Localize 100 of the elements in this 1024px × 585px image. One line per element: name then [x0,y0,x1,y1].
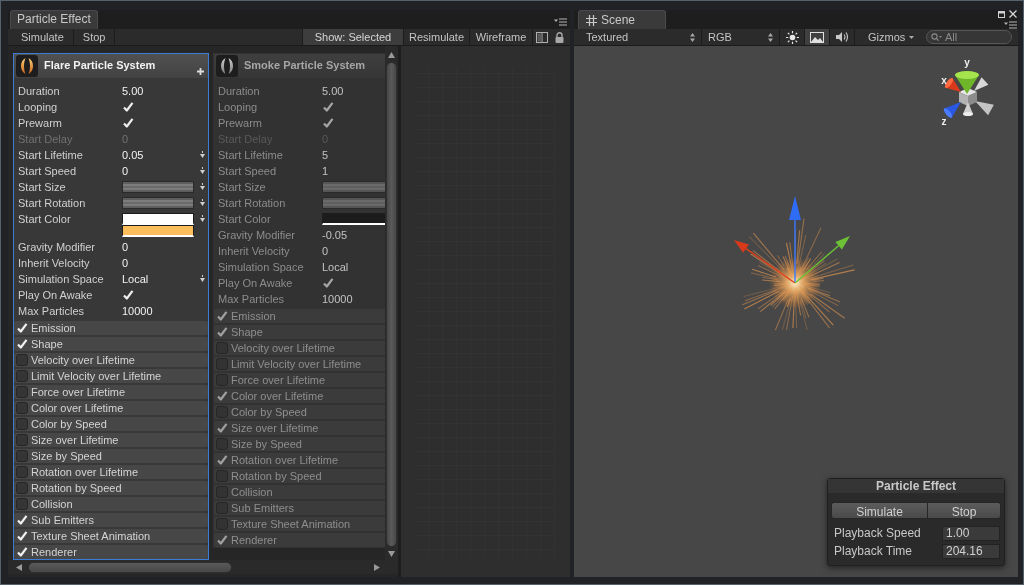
module-header[interactable]: Color by Speed [214,405,385,419]
module-header[interactable]: Force over Lifetime [214,373,385,387]
checkbox[interactable] [322,117,334,129]
scrollbar-thumb[interactable] [386,62,397,547]
axis-cone[interactable] [963,102,973,116]
checkbox[interactable] [16,498,28,510]
horizontal-scrollbar[interactable] [8,560,398,574]
panel-tab[interactable]: Scene [578,10,667,29]
checkbox[interactable] [216,534,228,546]
dropdown-arrow-icon[interactable] [200,151,205,158]
module-header[interactable]: Rotation over Lifetime [14,465,208,479]
checkbox[interactable] [216,390,228,402]
search-field[interactable]: All [926,30,1012,44]
module-header[interactable]: Color over Lifetime [14,401,208,415]
module-header[interactable]: Rotation over Lifetime [214,453,385,467]
toolbar-toggle[interactable] [805,29,830,45]
module-header[interactable]: Limit Velocity over Lifetime [214,357,385,371]
checkbox[interactable] [16,418,28,430]
module-header[interactable]: Collision [214,485,385,499]
module-header[interactable]: Emission [214,309,385,323]
module-header[interactable]: Size by Speed [214,437,385,451]
module-header[interactable]: Rotation by Speed [214,469,385,483]
module-header[interactable]: Size by Speed [14,449,208,463]
module-header[interactable]: Texture Sheet Animation [14,529,208,543]
module-header[interactable]: Renderer [14,545,208,559]
module-header[interactable]: Limit Velocity over Lifetime [14,369,208,383]
scroll-down-icon[interactable] [388,551,395,557]
plus-icon[interactable] [197,68,204,75]
module-header[interactable]: Shape [214,325,385,339]
module-header[interactable]: Sub Emitters [214,501,385,515]
curve-field[interactable] [322,197,385,209]
module-header[interactable]: Renderer [214,533,385,547]
scrollbar-thumb[interactable] [28,561,232,573]
overlay-button[interactable]: Simulate [831,502,928,519]
move-handle[interactable] [789,196,801,284]
number-field[interactable]: 204.16 [942,543,1000,559]
split-view-icon[interactable] [535,31,548,43]
module-header[interactable]: Color by Speed [14,417,208,431]
checkbox[interactable] [216,422,228,434]
module-header[interactable]: Velocity over Lifetime [14,353,208,367]
checkbox[interactable] [322,277,334,289]
overlay-button[interactable]: Stop [928,502,1001,519]
gizmos-dropdown[interactable]: Gizmos [865,29,921,45]
checkbox[interactable] [16,466,28,478]
color-swatch[interactable] [122,225,194,237]
toolbar-button[interactable]: Simulate [12,29,74,45]
curve-field[interactable] [122,197,194,209]
axis-cone[interactable] [975,101,994,116]
module-header[interactable]: Size over Lifetime [214,421,385,435]
module-header[interactable]: Sub Emitters [14,513,208,527]
color-swatch[interactable] [122,213,194,225]
scroll-up-icon[interactable] [388,52,395,58]
dropdown-arrow-icon[interactable] [200,199,205,206]
close-icon[interactable] [1009,10,1017,18]
panel-tab[interactable]: Particle Effect [10,10,98,29]
checkbox[interactable] [16,434,28,446]
gizmo-cube[interactable] [959,88,977,106]
module-header[interactable]: Emission [14,321,208,335]
checkbox[interactable] [216,310,228,322]
toolbar-button[interactable]: Stop [73,29,116,45]
scene-viewport[interactable]: y x z Particle Effect Simulate Stop Playback Speed 1.00 Playback Time 204.16 [574,46,1018,577]
checkbox[interactable] [16,450,28,462]
render-mode-dropdown[interactable]: Textured [580,29,702,45]
dropdown-arrow-icon[interactable] [200,275,205,282]
module-header[interactable]: Color over Lifetime [214,389,385,403]
dropdown-arrow-icon[interactable] [200,183,205,190]
scroll-left-icon[interactable] [16,563,22,571]
move-handle[interactable] [794,236,850,284]
maximize-icon[interactable] [998,11,1005,18]
curve-field[interactable] [122,181,194,193]
checkbox[interactable] [16,370,28,382]
number-field[interactable]: 1.00 [942,525,1000,541]
lock-icon[interactable] [554,31,564,43]
checkbox[interactable] [216,326,228,338]
vertical-scrollbar[interactable] [385,46,398,560]
checkbox[interactable] [216,454,228,466]
module-header[interactable]: Size over Lifetime [14,433,208,447]
system-header[interactable]: Smoke Particle System [214,54,385,78]
module-header[interactable]: Shape [14,337,208,351]
scroll-right-icon[interactable] [374,563,380,571]
dropdown-arrow-icon[interactable] [200,167,205,174]
checkbox[interactable] [322,101,334,113]
toolbar-toggle[interactable]: Show: Selected [302,29,403,45]
module-header[interactable]: Texture Sheet Animation [214,517,385,531]
color-swatch[interactable] [322,213,385,225]
move-handle[interactable] [734,240,796,284]
menu-icon[interactable] [554,18,567,26]
curve-field[interactable] [322,181,385,193]
module-header[interactable]: Rotation by Speed [14,481,208,495]
checkbox[interactable] [16,354,28,366]
axis-cone[interactable] [974,77,989,91]
checkbox[interactable] [16,402,28,414]
checkbox[interactable] [16,386,28,398]
module-header[interactable]: Collision [14,497,208,511]
module-header[interactable]: Velocity over Lifetime [214,341,385,355]
axis-cone[interactable] [955,71,979,94]
checkbox[interactable] [16,482,28,494]
dropdown-arrow-icon[interactable] [200,215,205,222]
system-header[interactable]: Flare Particle System [14,54,208,78]
module-header[interactable]: Force over Lifetime [14,385,208,399]
